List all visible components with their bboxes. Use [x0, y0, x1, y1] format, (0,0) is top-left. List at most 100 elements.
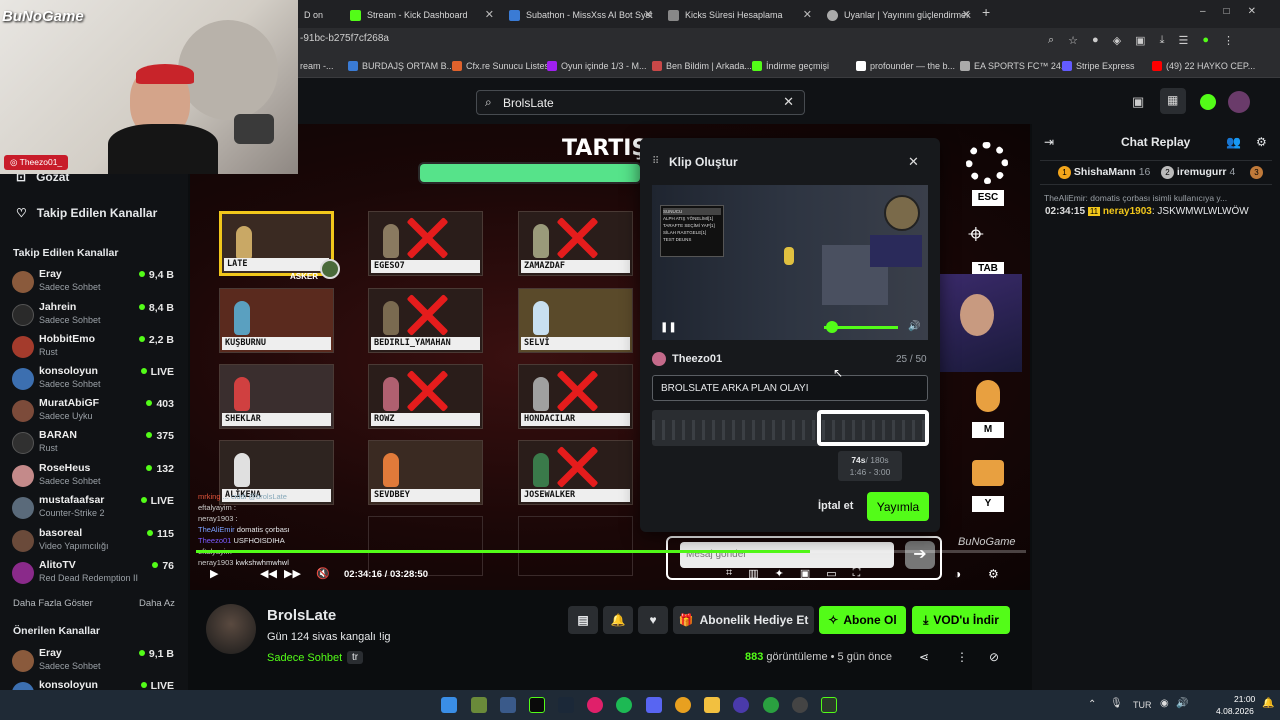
star-icon[interactable]: ☆ [1068, 34, 1078, 47]
puzzle-icon[interactable]: ▣ [1135, 34, 1145, 47]
bookmark[interactable]: profounder — the b... [856, 61, 955, 71]
more-options-icon[interactable]: ⋮ [956, 650, 968, 664]
category-link[interactable]: Sadece Sohbet [267, 652, 342, 664]
bookmark[interactable]: İndirme geçmişi [752, 61, 829, 71]
channel-avatar[interactable] [206, 604, 256, 654]
preview-pause-icon[interactable]: ❚❚ [660, 322, 677, 333]
seek-bar[interactable] [196, 550, 1026, 553]
sliders-icon[interactable]: ☰ [1178, 34, 1188, 47]
drag-handle-icon[interactable]: ⠿ [652, 156, 659, 167]
browser-tab[interactable]: D on [298, 4, 340, 26]
forward-icon[interactable]: ▶▶ [284, 567, 301, 580]
app-icon[interactable] [587, 697, 603, 713]
close-modal-icon[interactable]: ✕ [908, 154, 919, 170]
subscribe-button[interactable]: ✧ Abone Ol [819, 606, 906, 634]
chrome-icon[interactable] [763, 697, 779, 713]
browser-tab[interactable]: Stream - Kick Dashboard ✕ [344, 4, 500, 26]
dashboard-button[interactable]: ▦ [1160, 88, 1186, 114]
close-icon[interactable]: ✕ [485, 8, 494, 21]
close-icon[interactable]: ✕ [644, 8, 653, 21]
hide-icon[interactable]: ⊘ [989, 650, 999, 664]
follow-button[interactable]: ♥ [638, 606, 668, 634]
chart-icon[interactable]: ▥ [748, 567, 758, 580]
chat-settings-icon[interactable]: ⚙ [1256, 135, 1267, 149]
mic-icon[interactable]: 🎙 [1110, 698, 1123, 709]
extension-icon[interactable]: ● [1092, 34, 1099, 47]
preview-volume-knob[interactable] [826, 321, 838, 333]
theater-icon[interactable]: ▭ [826, 567, 836, 580]
bookmark[interactable]: Oyun içinde 1/3 - M... [547, 61, 647, 71]
fullscreen-icon[interactable]: ⛶ [853, 567, 861, 580]
pip-icon[interactable]: ▣ [800, 567, 810, 580]
users-icon[interactable]: 👥 [1226, 135, 1241, 149]
start-icon[interactable] [441, 697, 457, 713]
tray-chevron-icon[interactable]: ⌃ [1088, 699, 1096, 710]
user-avatar[interactable] [1228, 91, 1250, 113]
bookmark[interactable]: EA SPORTS FC™ 24... [960, 61, 1068, 71]
browser-tab[interactable]: Subathon - MissXss AI Bot Syst ✕ [503, 4, 659, 26]
clear-search-icon[interactable]: ✕ [783, 94, 794, 110]
sidebar-channel[interactable]: basoreal Video Yapımcılığı 115 [12, 527, 180, 559]
sidebar-channel[interactable]: mustafaafsar Counter-Strike 2 LIVE [12, 494, 180, 526]
stream-icon[interactable]: ▣ [1132, 94, 1144, 110]
sidebar-channel[interactable]: BARAN Rust 375 [12, 429, 180, 461]
sparkle-icon[interactable]: ✦ [775, 567, 784, 580]
steam-icon[interactable] [558, 697, 574, 713]
app-icon[interactable] [529, 697, 545, 713]
search-bar[interactable]: ⌕ BrolsLate ✕ [476, 90, 805, 115]
play-icon[interactable]: ▶ [210, 567, 218, 580]
show-more-button[interactable]: Daha Fazla Göster [13, 598, 93, 609]
collapse-chat-icon[interactable]: ⇥ [1044, 135, 1054, 149]
mute-icon[interactable]: 🔇 [316, 567, 330, 580]
bookmark[interactable]: ream -... [300, 61, 334, 71]
library-button[interactable]: ▤ [568, 606, 598, 634]
url-field[interactable]: -91bc-b275f7cf268a [300, 33, 389, 44]
profile-icon[interactable]: ● [1202, 34, 1209, 47]
app-icon[interactable] [471, 697, 487, 713]
autoplay-icon[interactable]: ◑ [954, 567, 961, 581]
notification-icon[interactable]: 🔔 [1262, 698, 1274, 709]
notifications-button[interactable]: 🔔 [603, 606, 633, 634]
search-input[interactable]: BrolsLate [503, 96, 554, 110]
rewind-icon[interactable]: ◀◀ [260, 567, 277, 580]
preview-volume-icon[interactable]: 🔊 [908, 321, 920, 332]
sidebar-channel[interactable]: Eray Sadece Sohbet 9,1 B [12, 647, 180, 679]
new-tab-button[interactable]: + [982, 4, 990, 20]
download-vod-button[interactable]: ⤓ VOD'u İndir [912, 606, 1010, 634]
sidebar-channel[interactable]: Eray Sadece Sohbet 9,4 B [12, 268, 180, 300]
channel-name[interactable]: BrolsLate [267, 607, 336, 624]
network-icon[interactable]: ◉ [1160, 698, 1169, 709]
shield-icon[interactable]: ◈ [1113, 34, 1121, 47]
app-icon[interactable] [500, 697, 516, 713]
app-icon[interactable] [733, 697, 749, 713]
clip-icon[interactable]: ⌗ [726, 567, 732, 580]
bookmark[interactable]: Stripe Express [1062, 61, 1135, 71]
player-settings-icon[interactable]: ⚙ [988, 567, 999, 581]
share-icon[interactable]: ⋖ [919, 650, 929, 664]
sidebar-channel[interactable]: MuratAbiGF Sadece Uyku 403 [12, 397, 180, 429]
app-icon[interactable] [792, 697, 808, 713]
app-icon[interactable] [821, 697, 837, 713]
sidebar-channel[interactable]: AlitoTV Red Dead Redemption II 76 [12, 559, 180, 591]
zoom-icon[interactable]: ⌕ [1048, 34, 1054, 47]
cancel-button[interactable]: İptal et [818, 500, 853, 512]
chat-user[interactable]: neray1903 [1103, 206, 1152, 217]
sidebar-channel[interactable]: konsoloyun LIVE [12, 679, 180, 690]
clip-title-input[interactable]: BROLSLATE ARKA PLAN OLAYI [652, 375, 928, 401]
kick-logo-icon[interactable] [1200, 94, 1216, 110]
spotify-icon[interactable] [616, 697, 632, 713]
keyboard-language[interactable]: TUR [1133, 700, 1152, 710]
download-icon[interactable]: ⤓ [1160, 34, 1165, 47]
discord-icon[interactable] [646, 697, 662, 713]
gift-sub-button[interactable]: 🎁 Abonelik Hediye Et [673, 606, 814, 634]
publish-button[interactable]: Yayımla [867, 492, 929, 521]
window-controls[interactable]: –□✕ [1200, 6, 1274, 17]
volume-icon[interactable]: 🔊 [1176, 698, 1188, 709]
bookmark[interactable]: (49) 22 HAYKO CEP... [1152, 61, 1255, 71]
bookmark[interactable]: Cfx.re Sunucu Listesi [452, 61, 551, 71]
show-less-button[interactable]: Daha Az [139, 598, 175, 609]
following-link[interactable]: ♡ Takip Edilen Kanallar [16, 206, 157, 220]
bookmark[interactable]: BURDAJŞ ORTAM B... [348, 61, 454, 71]
folder-icon[interactable] [704, 697, 720, 713]
sidebar-channel[interactable]: RoseHeus Sadece Sohbet 132 [12, 462, 180, 494]
